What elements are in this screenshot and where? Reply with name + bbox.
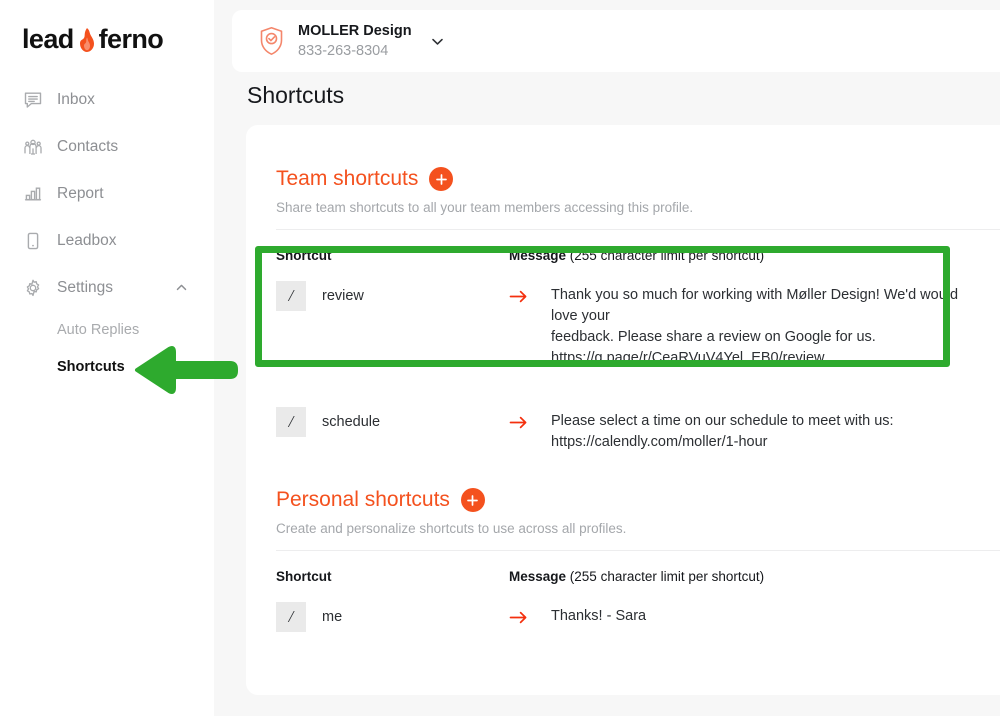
arrow-annotation: [133, 344, 238, 401]
shortcuts-card: Team shortcuts Share team shortcuts to a…: [246, 125, 1000, 695]
personal-col-message: Message (255 character limit per shortcu…: [509, 569, 764, 584]
arrow-right-icon: [509, 602, 551, 632]
sidebar-item-contacts[interactable]: Contacts: [0, 131, 214, 162]
business-name: MOLLER Design: [298, 23, 412, 39]
shortcut-message: Thanks! - Sara: [551, 602, 646, 627]
main-content: MOLLER Design 833-263-8304 Shortcuts Tea…: [214, 0, 1000, 716]
slash-badge: /: [276, 407, 306, 437]
profile-selector[interactable]: MOLLER Design 833-263-8304: [232, 10, 1000, 72]
personal-table-header: Shortcut Message (255 character limit pe…: [276, 569, 1000, 584]
page-title: Shortcuts: [247, 82, 345, 108]
arrow-right-icon: [509, 407, 551, 437]
shortcut-message: Please select a time on our schedule to …: [551, 407, 894, 453]
team-table-header: Shortcut Message (255 character limit pe…: [276, 248, 1000, 263]
personal-shortcuts-subtitle: Create and personalize shortcuts to use …: [276, 521, 627, 536]
arrow-right-icon: [509, 281, 551, 311]
team-col-message: Message (255 character limit per shortcu…: [509, 248, 764, 263]
sidebar-item-label: Report: [57, 184, 104, 202]
shortcut-key: me: [322, 609, 343, 625]
personal-shortcuts-title: Personal shortcuts: [276, 488, 450, 511]
team-col-message-bold: Message: [509, 248, 567, 263]
shortcut-key: review: [322, 288, 364, 304]
app-root: lead ferno Inbox Contacts Report Leadbox…: [0, 0, 1000, 716]
sidebar-item-settings[interactable]: Settings: [0, 272, 214, 303]
team-col-shortcut: Shortcut: [276, 248, 332, 263]
personal-shortcuts-section: Personal shortcuts Create and personaliz…: [276, 488, 1000, 632]
personal-col-message-bold: Message: [509, 569, 567, 584]
sidebar-item-label: Inbox: [57, 90, 95, 108]
team-shortcuts-header: Team shortcuts: [276, 167, 1000, 191]
sidebar-item-leadbox[interactable]: Leadbox: [0, 225, 214, 256]
flame-icon: [76, 27, 98, 53]
profile-info: MOLLER Design 833-263-8304: [298, 21, 412, 61]
team-shortcuts-subtitle: Share team shortcuts to all your team me…: [276, 200, 694, 215]
business-phone: 833-263-8304: [298, 43, 389, 59]
message-line: https://calendly.com/moller/1-hour: [551, 434, 768, 450]
message-line: https://g.page/r/CeaRVuV4Yel_EB0/review: [551, 350, 825, 366]
logo-text-lead: lead: [22, 24, 74, 54]
add-personal-shortcut-button[interactable]: [460, 488, 485, 512]
sidebar-item-report[interactable]: Report: [0, 178, 214, 209]
sidebar-item-label: Settings: [57, 278, 114, 296]
chevron-up-icon[interactable]: [175, 281, 188, 294]
personal-col-message-rest: (255 character limit per shortcut): [566, 569, 765, 584]
leadferno-logo[interactable]: lead ferno: [22, 24, 164, 55]
sidebar-subitem-label: Shortcuts: [57, 359, 125, 375]
team-col-message-rest: (255 character limit per shortcut): [566, 248, 765, 263]
sidebar-item-label: Leadbox: [57, 231, 117, 249]
bar-chart-icon: [22, 183, 44, 205]
team-shortcuts-title: Team shortcuts: [276, 167, 419, 190]
team-divider: [276, 229, 1000, 230]
message-line: feedback. Please share a review on Googl…: [551, 329, 876, 345]
message-line: Thank you so much for working with Mølle…: [551, 287, 959, 324]
add-team-shortcut-button[interactable]: [429, 167, 454, 191]
people-icon: [22, 136, 44, 158]
mobile-phone-icon: [22, 230, 44, 252]
chevron-down-icon[interactable]: [430, 34, 445, 49]
table-row[interactable]: / schedule Please select a time on our s…: [276, 407, 1000, 453]
logo-text-ferno: ferno: [98, 24, 164, 54]
slash-badge: /: [276, 602, 306, 632]
sidebar-item-inbox[interactable]: Inbox: [0, 84, 214, 115]
message-line: Thanks! - Sara: [551, 608, 647, 624]
table-row[interactable]: / review Thank you so much for working w…: [276, 281, 1000, 369]
personal-divider: [276, 550, 1000, 551]
personal-col-shortcut: Shortcut: [276, 569, 332, 584]
sidebar-item-auto-replies[interactable]: Auto Replies: [0, 315, 214, 345]
slash-badge: /: [276, 281, 306, 311]
shortcut-message: Thank you so much for working with Mølle…: [551, 281, 981, 369]
personal-shortcuts-header: Personal shortcuts: [276, 488, 1000, 512]
shortcut-key: schedule: [322, 414, 381, 430]
team-shortcuts-section: Team shortcuts Share team shortcuts to a…: [276, 167, 1000, 453]
sidebar-subitem-label: Auto Replies: [57, 322, 140, 338]
shield-check-icon: [258, 26, 285, 56]
chat-bubble-icon: [22, 89, 44, 111]
table-row[interactable]: / me Thanks! - Sara: [276, 602, 1000, 632]
sidebar-item-label: Contacts: [57, 137, 119, 155]
message-line: Please select a time on our schedule to …: [551, 413, 894, 429]
gear-icon: [22, 277, 44, 299]
